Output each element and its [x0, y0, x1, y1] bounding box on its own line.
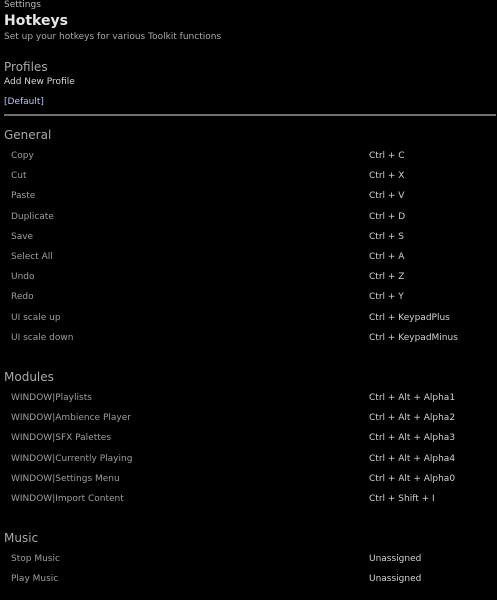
hotkey-binding-button[interactable]: Ctrl + Alt + Alpha2	[369, 408, 455, 428]
hotkey-binding-button[interactable]: Ctrl + D	[369, 207, 405, 227]
hotkey-binding-button[interactable]: Ctrl + Z	[369, 267, 404, 287]
hotkey-row-ui-scale-down: UI scale down Ctrl + KeypadMinus	[4, 328, 494, 348]
general-heading: General	[4, 128, 52, 142]
hotkey-label: WINDOW|Import Content	[11, 493, 124, 504]
hotkey-label: WINDOW|Currently Playing	[11, 453, 133, 464]
hotkey-row-play-music: Play Music Unassigned	[4, 569, 494, 589]
hotkey-binding-button[interactable]: Ctrl + KeypadMinus	[369, 328, 458, 348]
hotkey-binding-button[interactable]: Unassigned	[369, 549, 421, 569]
hotkey-row-paste: Paste Ctrl + V	[4, 186, 494, 206]
hotkey-label: Duplicate	[11, 211, 54, 222]
page-subtitle: Set up your hotkeys for various Toolkit …	[4, 32, 222, 42]
hotkey-row-duplicate: Duplicate Ctrl + D	[4, 207, 494, 227]
hotkey-binding-button[interactable]: Unassigned	[369, 569, 421, 589]
hotkey-label: Play Music	[11, 574, 59, 585]
hotkey-label: Stop Music	[11, 554, 60, 564]
hotkey-row-window-ambience-player: WINDOW|Ambience Player Ctrl + Alt + Alph…	[4, 408, 494, 428]
hotkey-row-cut: Cut Ctrl + X	[4, 166, 494, 186]
hotkey-label: WINDOW|Ambience Player	[11, 413, 131, 424]
profiles-heading: Profiles	[4, 60, 48, 74]
page-header: Settings Hotkeys Set up your hotkeys for…	[4, 0, 493, 43]
hotkey-row-window-import-content: WINDOW|Import Content Ctrl + Shift + I	[4, 489, 494, 509]
hotkey-binding-button[interactable]: Ctrl + Alt + Alpha4	[369, 449, 455, 469]
hotkey-row-window-playlists: WINDOW|Playlists Ctrl + Alt + Alpha1	[4, 388, 494, 408]
modules-section: Modules WINDOW|Playlists Ctrl + Alt + Al…	[4, 370, 494, 509]
hotkey-label: Paste	[11, 191, 36, 202]
hotkey-row-redo: Redo Ctrl + Y	[4, 287, 494, 307]
hotkey-row-window-settings-menu: WINDOW|Settings Menu Ctrl + Alt + Alpha0	[4, 469, 494, 489]
hotkey-label: Copy	[11, 151, 34, 161]
hotkey-row-undo: Undo Ctrl + Z	[4, 267, 494, 287]
hotkey-binding-button[interactable]: Ctrl + Alt + Alpha1	[369, 388, 455, 408]
hotkey-label: WINDOW|Playlists	[11, 393, 92, 403]
hotkey-binding-button[interactable]: Ctrl + Y	[369, 287, 404, 307]
page-title: Hotkeys	[4, 13, 68, 29]
profiles-section: Profiles Add New Profile [Default]	[4, 60, 493, 108]
hotkey-label: UI scale up	[11, 312, 61, 323]
hotkey-binding-button[interactable]: Ctrl + Alt + Alpha3	[369, 428, 455, 448]
music-section: Music Stop Music Unassigned Play Music U…	[4, 531, 494, 589]
hotkey-label: Undo	[11, 272, 35, 283]
section-divider	[4, 114, 496, 116]
hotkey-row-stop-music: Stop Music Unassigned	[4, 549, 494, 569]
hotkey-label: UI scale down	[11, 332, 74, 343]
music-heading: Music	[4, 531, 39, 545]
hotkey-label: Cut	[11, 171, 27, 182]
hotkey-label: WINDOW|SFX Palettes	[11, 433, 112, 444]
hotkey-binding-button[interactable]: Ctrl + KeypadPlus	[369, 308, 450, 328]
hotkey-row-select-all: Select All Ctrl + A	[4, 247, 494, 267]
hotkey-label: Save	[11, 231, 34, 242]
hotkey-binding-button[interactable]: Ctrl + Shift + I	[369, 489, 435, 509]
hotkey-binding-button[interactable]: Ctrl + S	[369, 227, 404, 247]
modules-heading: Modules	[4, 370, 54, 384]
hotkey-row-ui-scale-up: UI scale up Ctrl + KeypadPlus	[4, 308, 494, 328]
general-section: General Copy Ctrl + C Cut Ctrl + X Paste…	[4, 128, 494, 348]
hotkey-binding-button[interactable]: Ctrl + X	[369, 166, 404, 186]
hotkey-binding-button[interactable]: Ctrl + A	[369, 247, 404, 267]
hotkey-binding-button[interactable]: Ctrl + C	[369, 146, 405, 166]
hotkey-row-save: Save Ctrl + S	[4, 227, 494, 247]
hotkey-label: Redo	[11, 292, 34, 303]
hotkey-binding-button[interactable]: Ctrl + Alt + Alpha0	[369, 469, 455, 489]
hotkey-row-copy: Copy Ctrl + C	[4, 146, 494, 166]
hotkey-binding-button[interactable]: Ctrl + V	[369, 186, 404, 206]
hotkey-label: Select All	[11, 251, 53, 262]
hotkey-row-window-currently-playing: WINDOW|Currently Playing Ctrl + Alt + Al…	[4, 449, 494, 469]
hotkey-row-window-sfx-palettes: WINDOW|SFX Palettes Ctrl + Alt + Alpha3	[4, 428, 494, 448]
breadcrumb: Settings	[4, 0, 41, 10]
profile-item-default[interactable]: [Default]	[4, 96, 493, 108]
add-new-profile-button[interactable]: Add New Profile	[4, 76, 493, 88]
hotkey-label: WINDOW|Settings Menu	[11, 473, 120, 484]
